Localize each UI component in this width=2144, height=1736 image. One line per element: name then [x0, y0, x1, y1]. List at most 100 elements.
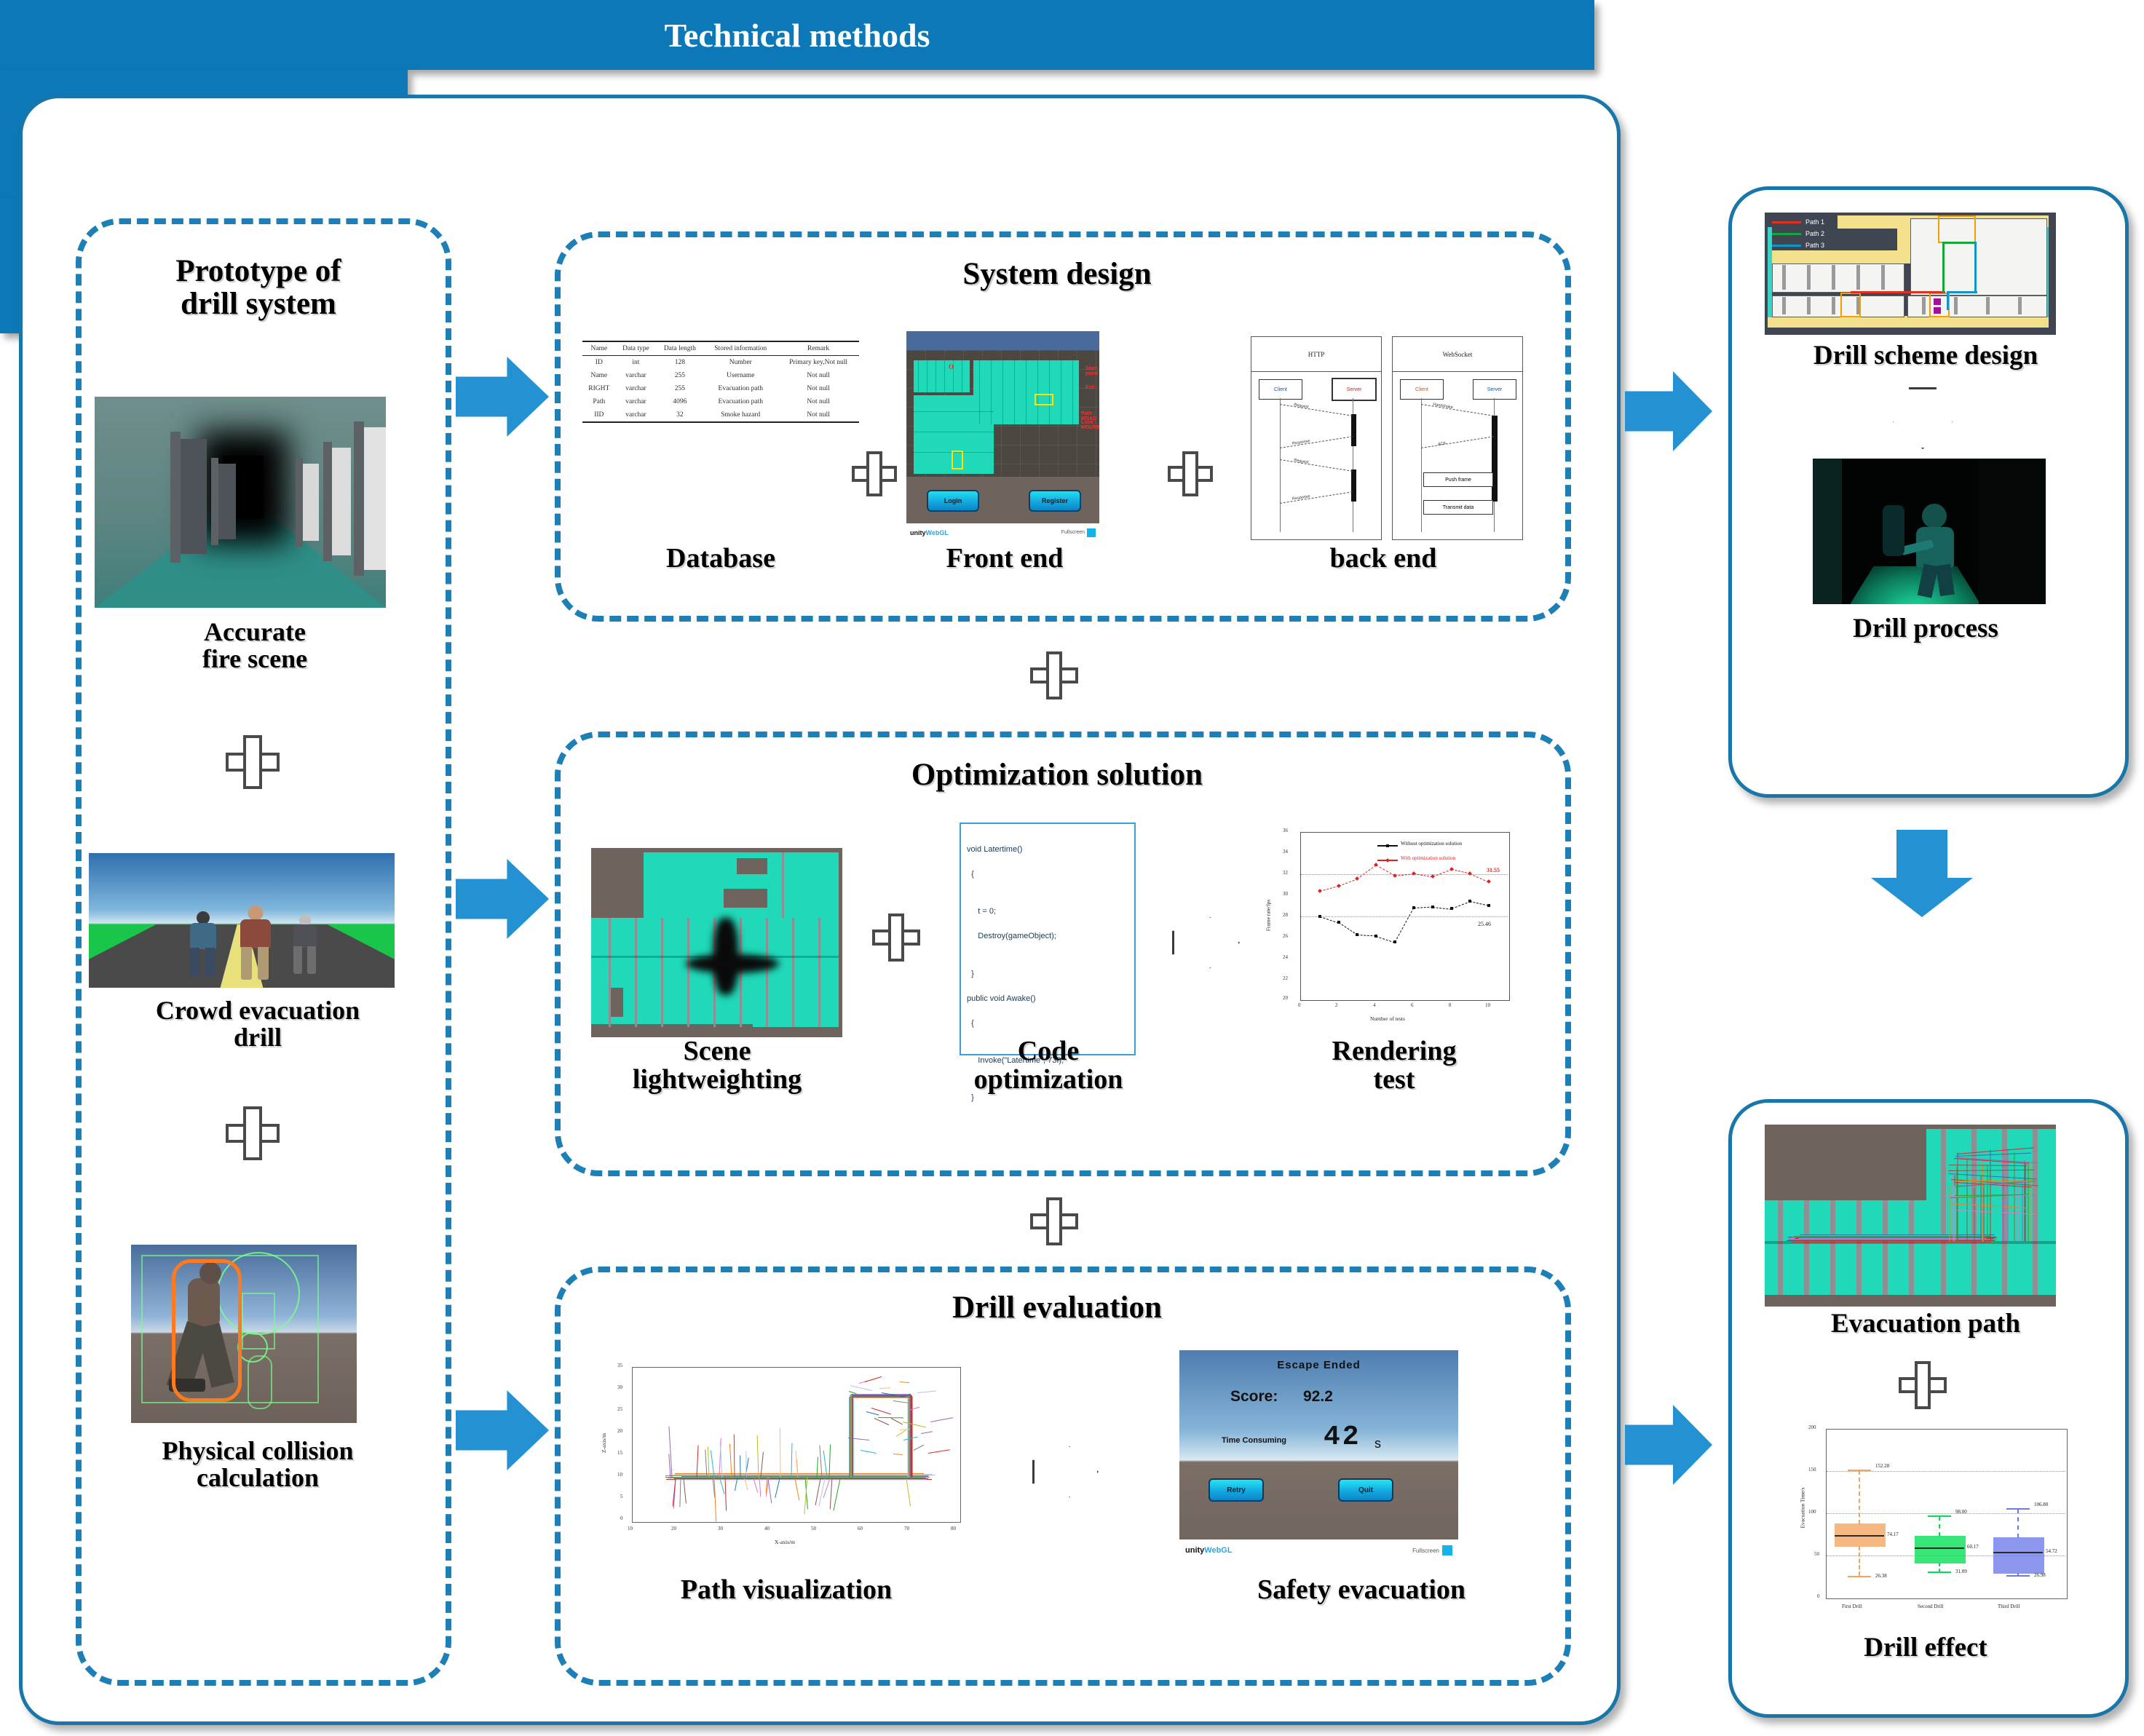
front-end-caption-text: Front end	[946, 543, 1064, 574]
evacuation-path-image	[1765, 1125, 2056, 1307]
quit-button[interactable]: Quit	[1338, 1478, 1393, 1502]
cell: Not null	[807, 372, 830, 379]
code-optimization-caption: Code optimization	[910, 1037, 1187, 1094]
http-message-label: Request	[1293, 403, 1309, 410]
login-button[interactable]: Login	[927, 490, 979, 512]
physical-collision-calculation-caption: Physical collision calculation	[77, 1437, 438, 1491]
safety-evacuation-caption-text: Safety evacuation	[1257, 1574, 1466, 1605]
arrow-to-results-discussions	[1625, 1405, 1712, 1485]
cell: 32	[656, 408, 704, 423]
plus-icon-left-1	[226, 735, 280, 789]
caption-line2: lightweighting	[632, 1064, 802, 1095]
system-design-title-text: System design	[962, 257, 1152, 291]
path-visualization-caption-text: Path visualization	[680, 1574, 893, 1605]
http-message-line	[1279, 491, 1353, 504]
cell: 4096	[673, 398, 687, 405]
arrow-to-virtual-fire-drills	[1625, 371, 1712, 451]
cell: Not null	[807, 398, 830, 405]
fullscreen-icon[interactable]	[1442, 1545, 1452, 1555]
legend-start-point: Start point	[1085, 366, 1099, 377]
path3-legend-swatch	[1772, 244, 1801, 247]
cell: ID	[595, 359, 603, 366]
cell: varchar	[625, 385, 646, 392]
boxplot-value-label: 31.09	[1955, 1569, 1967, 1575]
code-line: void Latertime()	[967, 845, 1023, 855]
scene-lightweighting-caption: Scene lightweighting	[575, 1037, 859, 1094]
time-consuming-value: 42	[1324, 1422, 1361, 1453]
caption-line1: Accurate	[204, 617, 306, 646]
database-table-wrap: Name Data type Data length Stored inform…	[582, 341, 859, 423]
cell: int	[632, 359, 640, 366]
score-value: 92.2	[1303, 1388, 1333, 1405]
safety-evacuation-caption: Safety evacuation	[1150, 1574, 1573, 1605]
safety-evacuation-panel: Escape Ended Score: 92.2 Time Consuming …	[1179, 1350, 1458, 1561]
unity-logo: unityWebGL	[910, 529, 949, 536]
boxplot-value-label: 54.72	[2046, 1547, 2057, 1554]
code-line: {	[967, 870, 974, 879]
path3-legend-label: Path 3	[1805, 242, 1825, 249]
drill-scheme-caption-text: Drill scheme design	[1813, 341, 2038, 370]
pedestrian-avatar	[232, 905, 280, 981]
code-line: }	[967, 969, 974, 978]
boxplot-layer: 152.28 74.17 26.38 98.00 60.17 31.09 106.80 54.…	[1778, 1423, 2084, 1641]
websocket-server-node: Server	[1473, 379, 1516, 400]
evacuation-path-caption: Evacuation path	[1740, 1309, 2111, 1338]
caption-line2: fire scene	[202, 644, 308, 674]
drill-effect-caption: Drill effect	[1740, 1633, 2111, 1662]
unity-logo-text: unity	[1185, 1546, 1205, 1555]
system-design-title: System design	[555, 256, 1559, 292]
drill-scheme-floorplan-image: Path 1 Path 2 Path 3	[1765, 213, 2056, 335]
technical-methods-header: Technical methods	[0, 0, 1594, 70]
back-end-caption-text: back end	[1329, 543, 1437, 574]
cell: RIGHT	[588, 385, 610, 392]
pedestrian-avatar	[182, 911, 224, 978]
cell: Smoke hazard	[703, 408, 778, 423]
drill-evaluation-title: Drill evaluation	[555, 1290, 1559, 1325]
optimization-title-text: Optimization solution	[911, 758, 1203, 792]
http-message-line	[1279, 404, 1353, 416]
websocket-push-frame: Push frame	[1423, 472, 1493, 487]
cell: Evacuation path	[718, 398, 764, 405]
path1-legend-swatch	[1772, 221, 1801, 223]
plan-legend-path2: Path 2	[1772, 230, 1824, 237]
technical-methods-title: Technical methods	[664, 16, 930, 54]
http-message-label: Response	[1291, 494, 1311, 502]
cell: 128	[674, 359, 685, 366]
table-row: Path varchar 4096 Evacuation path Not nu…	[582, 395, 859, 408]
pedestrian-avatar	[287, 914, 323, 975]
path1-legend-label: Path 1	[1805, 218, 1825, 226]
drill-process-caption-text: Drill process	[1853, 614, 1998, 643]
cell: 255	[674, 385, 685, 392]
cell: Not null	[778, 408, 859, 423]
code-optimization-snippet: void Latertime() { t = 0; Destroy(gameOb…	[960, 823, 1136, 1102]
col-datatype: Data type	[615, 341, 657, 356]
physical-collision-calculation-image	[131, 1245, 357, 1423]
database-caption: Database	[582, 544, 859, 573]
cell: Username	[727, 372, 755, 379]
boxplot-value-label: 98.00	[1955, 1508, 1967, 1515]
unity-footer-bar: unityWebGL Fullscreen	[906, 523, 1099, 542]
websocket-title: WebSocket	[1393, 337, 1522, 373]
time-consuming-label: Time Consuming	[1222, 1436, 1287, 1445]
http-message-line	[1279, 459, 1353, 472]
cell: IID	[582, 408, 616, 423]
retry-button[interactable]: Retry	[1209, 1478, 1264, 1502]
accurate-fire-scene-image	[95, 397, 386, 608]
fullscreen-icon[interactable]	[1087, 528, 1096, 537]
boxplot-box	[1993, 1537, 2044, 1574]
websocket-message-line	[1420, 436, 1494, 448]
plan-legend-path1: Path 1	[1772, 218, 1824, 226]
prototype-title-line2: drill system	[181, 287, 336, 322]
unity-logo-text: unity	[910, 528, 926, 536]
code-line: Destroy(gameObject);	[967, 932, 1056, 941]
database-caption-text: Database	[666, 543, 775, 574]
caption-line2: drill	[233, 1023, 282, 1053]
boxplot-value-label: 60.17	[1967, 1543, 1979, 1550]
rendering-test-caption: Rendering test	[1252, 1037, 1536, 1094]
path-visualization-chart: 35 30 25 20 15 10 5 0 10 20 30 40 50 60 …	[598, 1361, 977, 1580]
front-end-caption: Front end	[885, 544, 1125, 573]
col-remark: Remark	[778, 341, 859, 356]
path2-legend-label: Path 2	[1805, 230, 1825, 237]
register-button[interactable]: Register	[1029, 490, 1081, 512]
unity-logo: unityWebGL	[1185, 1546, 1233, 1555]
